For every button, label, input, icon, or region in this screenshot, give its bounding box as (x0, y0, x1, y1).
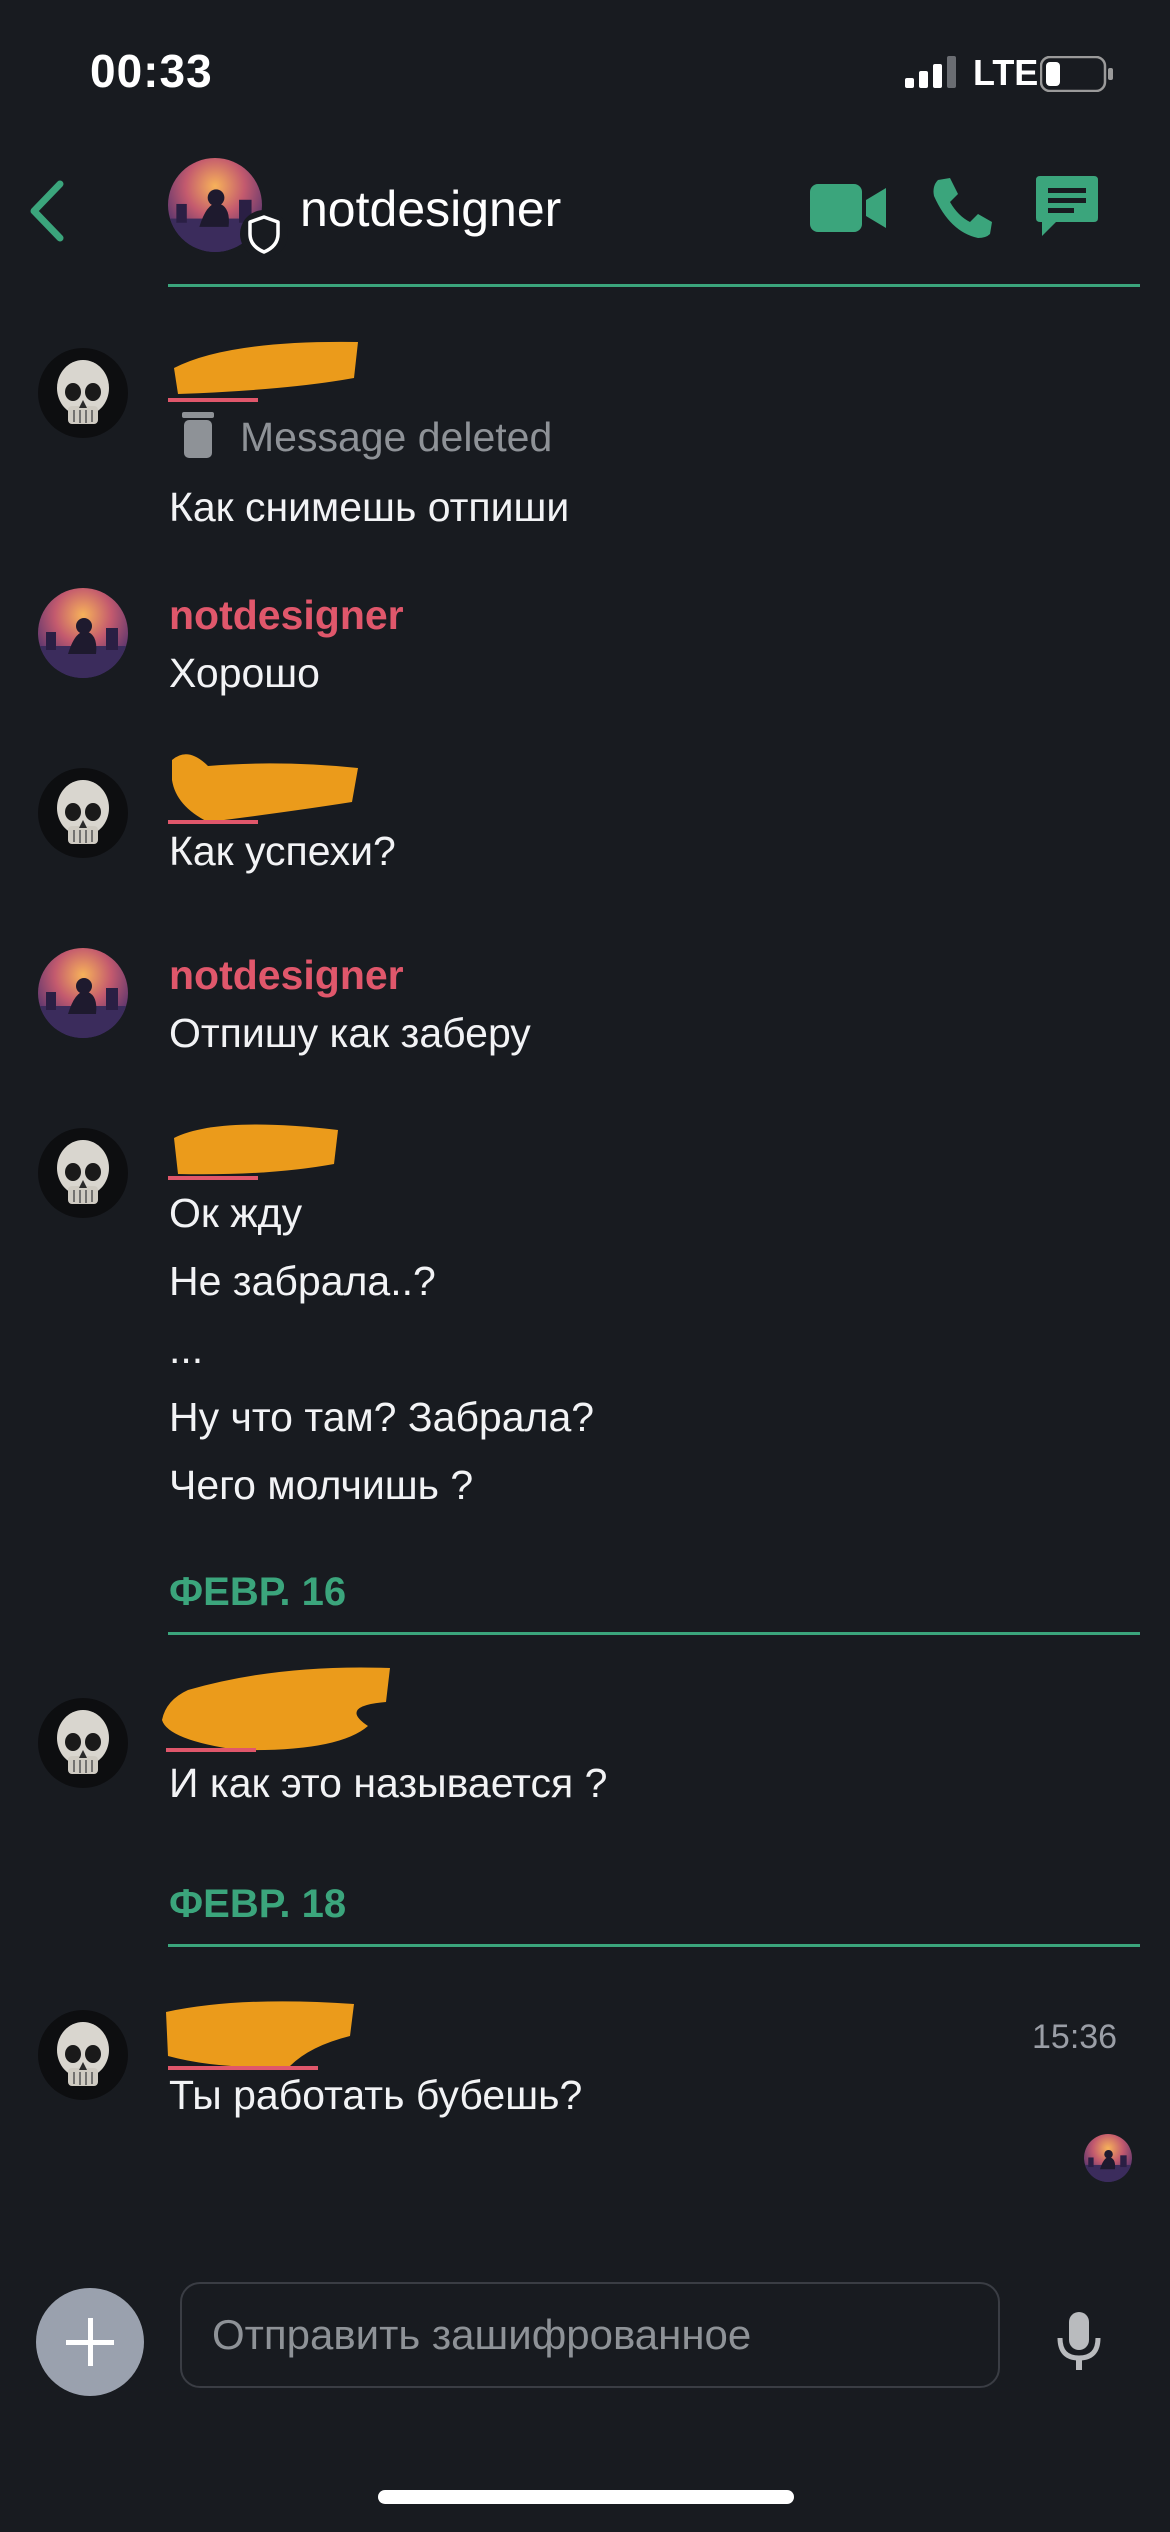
channel-title[interactable]: notdesigner (300, 180, 561, 238)
deleted-message-label: Message deleted (240, 414, 553, 460)
message-text[interactable]: Как успехи? (169, 828, 396, 875)
message-text[interactable]: ... (169, 1326, 203, 1373)
date-divider-line (168, 1632, 1140, 1635)
video-camera-icon[interactable] (810, 182, 886, 234)
phone-icon[interactable] (930, 176, 994, 240)
message-text[interactable]: Не забрала..? (169, 1258, 436, 1305)
redacted-username (168, 341, 358, 402)
message-input[interactable] (182, 2284, 998, 2386)
status-time: 00:33 (90, 45, 213, 97)
avatar[interactable] (38, 588, 128, 678)
network-type: LTE (973, 52, 1039, 93)
message-text[interactable]: Хорошо (169, 650, 320, 697)
header-divider (168, 284, 1140, 287)
message-username[interactable]: notdesigner (169, 592, 404, 639)
redacted-username (168, 1124, 338, 1180)
message-timestamp: 15:36 (1032, 2018, 1118, 2056)
redacted-username (166, 2001, 354, 2070)
battery-icon (1040, 56, 1113, 92)
home-indicator (378, 2490, 794, 2504)
microphone-icon[interactable] (1054, 2310, 1104, 2374)
trash-icon (182, 412, 214, 458)
message-text[interactable]: Ну что там? Забрала? (169, 1394, 594, 1441)
date-divider-line (168, 1944, 1140, 1947)
message-text[interactable]: Ок жду (169, 1190, 302, 1237)
add-attachment-button[interactable] (36, 2288, 144, 2396)
plus-icon (66, 2318, 114, 2366)
message-text[interactable]: Как снимешь отпиши (169, 484, 569, 531)
message-input-container[interactable] (180, 2282, 1000, 2388)
message-text[interactable]: Чего молчишь ? (169, 1462, 473, 1509)
avatar[interactable] (38, 1128, 128, 1218)
avatar[interactable] (38, 348, 128, 438)
shield-icon (240, 210, 288, 258)
date-divider-label: ФЕВР. 18 (169, 1882, 347, 1926)
read-receipt-avatar (1084, 2134, 1132, 2182)
message-text[interactable]: И как это называется ? (169, 1760, 607, 1807)
signal-strength-icon (905, 56, 956, 88)
avatar[interactable] (38, 1698, 128, 1788)
avatar[interactable] (38, 948, 128, 1038)
chat-bubble-icon[interactable] (1034, 174, 1100, 240)
redacted-username (162, 1667, 390, 1752)
date-divider-label: ФЕВР. 16 (169, 1570, 347, 1614)
message-text[interactable]: Ты работать бубешь? (169, 2072, 582, 2119)
message-text[interactable]: Отпишу как заберу (169, 1010, 531, 1057)
message-username[interactable]: notdesigner (169, 952, 404, 999)
avatar[interactable] (38, 768, 128, 858)
back-arrow-icon[interactable] (22, 176, 72, 246)
redacted-username (168, 754, 358, 824)
avatar[interactable] (38, 2010, 128, 2100)
